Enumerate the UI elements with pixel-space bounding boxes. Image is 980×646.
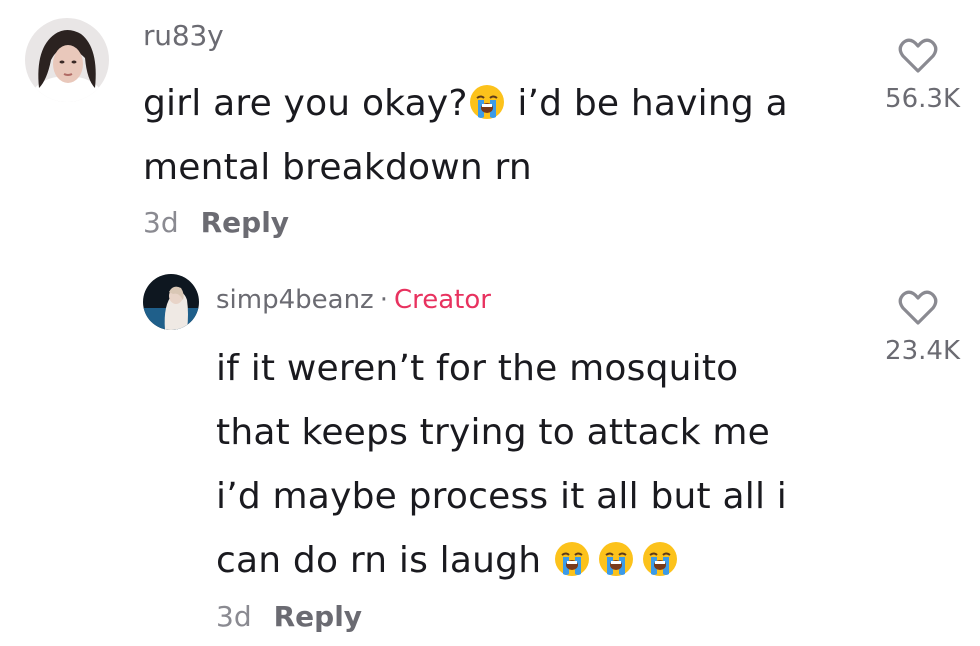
comment-reply-button[interactable]: Reply xyxy=(201,206,289,239)
comment-text-part-1: girl are you okay? xyxy=(143,83,468,124)
reply-username[interactable]: simp4beanz xyxy=(216,285,374,315)
creator-badge: Creator xyxy=(393,285,491,315)
reply-text-line-1: if it weren’t for the mosquito xyxy=(216,348,739,389)
reply-text: if it weren’t for the mosquito that keep… xyxy=(216,337,856,593)
comment-text-line-2: mental breakdown rn xyxy=(143,147,532,188)
reply-reply-button[interactable]: Reply xyxy=(274,600,362,633)
avatar-ru83y[interactable] xyxy=(25,18,109,102)
heart-outline-icon[interactable] xyxy=(898,290,938,326)
comment-like-count: 56.3K xyxy=(885,84,960,114)
heart-outline-icon[interactable] xyxy=(898,38,938,74)
reply-timestamp: 3d xyxy=(216,600,252,633)
reply-text-line-3: i’d maybe process it all but all i xyxy=(216,476,788,517)
loudly-crying-face-icon xyxy=(553,540,591,578)
comment-text: girl are you okay? i’d be having a menta… xyxy=(143,72,843,200)
comment-timestamp: 3d xyxy=(143,206,179,239)
reply-meta: 3d Reply xyxy=(216,600,362,633)
avatar-simp4beanz[interactable] xyxy=(143,274,199,330)
reply-header: simp4beanz · Creator xyxy=(216,285,491,315)
loudly-crying-face-icon xyxy=(597,540,635,578)
reply-text-line-2: that keeps trying to attack me xyxy=(216,412,771,453)
comment-text-part-2: i’d be having a xyxy=(505,83,788,124)
loudly-crying-face-icon xyxy=(641,540,679,578)
loudly-crying-face-icon xyxy=(468,83,506,121)
comment-meta: 3d Reply xyxy=(143,206,289,239)
separator-dot: · xyxy=(379,285,388,315)
comment-username[interactable]: ru83y xyxy=(143,19,224,52)
reply-like-count: 23.4K xyxy=(885,336,960,366)
reply-text-line-4: can do rn is laugh xyxy=(216,540,553,581)
